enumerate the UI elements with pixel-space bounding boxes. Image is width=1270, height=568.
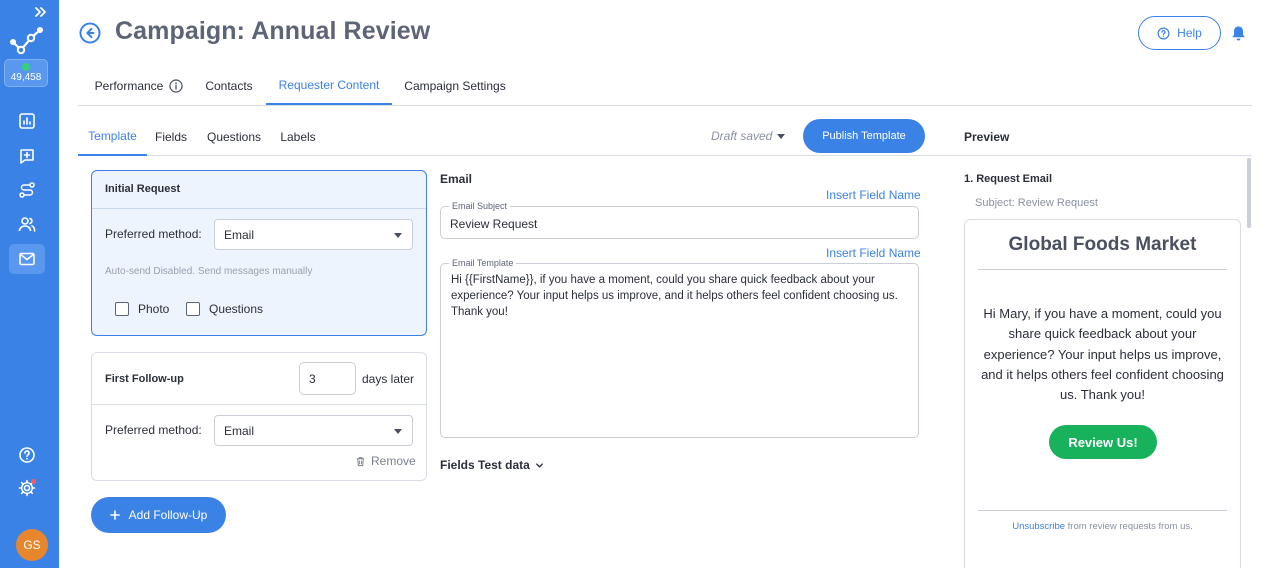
- follow-up-card[interactable]: First Follow-up 3 days later Preferred m…: [91, 352, 427, 481]
- preferred-method-label: Preferred method:: [105, 227, 202, 241]
- notification-dot: [31, 479, 36, 484]
- photo-label: Photo: [138, 302, 170, 316]
- caret-down-icon: [394, 233, 402, 238]
- preview-divider: [978, 510, 1227, 511]
- expand-sidebar-icon[interactable]: [33, 4, 49, 20]
- preview-scrollbar[interactable]: [1247, 158, 1251, 228]
- tab-questions[interactable]: Questions: [202, 118, 266, 156]
- people-icon: [18, 217, 36, 232]
- back-arrow-icon[interactable]: [79, 22, 101, 44]
- add-follow-up-button[interactable]: Add Follow-Up: [91, 497, 226, 533]
- card-divider: [92, 208, 426, 209]
- initial-request-card[interactable]: Initial Request Preferred method: Email …: [91, 170, 427, 336]
- tab-requester-content[interactable]: Requester Content: [266, 66, 392, 105]
- preview-body: Hi Mary, if you have a moment, could you…: [981, 306, 1224, 403]
- trash-icon: [356, 456, 365, 466]
- status-dot-icon: [22, 63, 30, 71]
- add-box-icon: [20, 149, 34, 164]
- caret-down-icon: [777, 133, 786, 139]
- insert-field-name-template-link[interactable]: Insert Field Name: [826, 246, 921, 260]
- questions-checkbox[interactable]: [186, 302, 200, 316]
- review-us-button[interactable]: Review Us!: [1049, 425, 1157, 459]
- preferred-method-label: Preferred method:: [105, 423, 202, 437]
- sidebar-item-campaigns[interactable]: [9, 244, 45, 274]
- remove-label: Remove: [371, 454, 416, 468]
- sidebar-item-journeys[interactable]: [9, 175, 45, 205]
- plus-icon: [109, 510, 120, 520]
- card-divider: [92, 404, 426, 405]
- sidebar-item-analytics[interactable]: [9, 106, 45, 136]
- insert-field-name-subject-link[interactable]: Insert Field Name: [826, 188, 921, 202]
- app-root: 49,458 GS Campaign: Annual Review Help P…: [0, 0, 1270, 568]
- follow-up-title: First Follow-up: [105, 373, 184, 385]
- email-template-value: Hi {{FirstName}}, if you have a moment, …: [451, 274, 898, 318]
- tab-campaign-settings[interactable]: Campaign Settings: [398, 66, 512, 105]
- auto-send-note: Auto-send Disabled. Send messages manual…: [105, 266, 313, 277]
- tab-contacts[interactable]: Contacts: [198, 66, 260, 105]
- unsubscribe-suffix: from review requests from us.: [1065, 521, 1193, 532]
- sidebar: 49,458 GS: [0, 0, 59, 568]
- points-count: 49,458: [10, 72, 42, 83]
- initial-method-value: Email: [224, 227, 255, 242]
- help-circle-icon: [19, 447, 35, 463]
- tab-performance[interactable]: Performance: [84, 66, 194, 105]
- help-circle-icon: [1157, 27, 1170, 39]
- analytics-icon: [19, 113, 35, 129]
- route-icon: [19, 182, 35, 198]
- remove-follow-up-button[interactable]: Remove: [355, 454, 416, 468]
- page-title: Campaign: Annual Review: [115, 17, 431, 45]
- questions-label: Questions: [209, 302, 264, 316]
- preview-step-title: 1. Request Email: [964, 173, 1053, 185]
- email-template-label: Email Template: [449, 258, 517, 268]
- bell-icon[interactable]: [1230, 25, 1247, 42]
- fields-test-data-toggle[interactable]: Fields Test data: [440, 458, 544, 472]
- chevron-down-icon: [535, 462, 543, 468]
- preview-divider: [978, 269, 1227, 270]
- caret-down-icon: [394, 429, 402, 434]
- help-label: Help: [1177, 26, 1202, 40]
- preview-email-card: Global Foods Market Hi Mary, if you have…: [964, 219, 1241, 568]
- preview-title: Preview: [964, 130, 1010, 144]
- add-follow-up-label: Add Follow-Up: [128, 508, 208, 522]
- mail-icon: [19, 252, 35, 266]
- fields-test-label: Fields Test data: [440, 458, 530, 472]
- days-later-label: days later: [362, 372, 415, 386]
- preview-subject: Subject: Review Request: [975, 197, 1098, 209]
- draft-status-label: Draft saved: [711, 129, 773, 143]
- points-badge[interactable]: 49,458: [4, 59, 48, 87]
- avatar[interactable]: GS: [16, 529, 48, 561]
- follow-up-method-value: Email: [224, 423, 255, 438]
- email-subject-label: Email Subject: [449, 201, 511, 211]
- help-button[interactable]: Help: [1138, 16, 1221, 50]
- preview-header: Preview: [940, 118, 1252, 156]
- initial-method-select[interactable]: Email: [214, 219, 413, 250]
- tab-template[interactable]: Template: [78, 118, 147, 156]
- tab-fields[interactable]: Fields: [151, 118, 191, 156]
- preview-brand: Global Foods Market: [1008, 234, 1197, 255]
- sidebar-item-help[interactable]: [9, 440, 45, 470]
- sidebar-item-create[interactable]: [9, 141, 45, 171]
- email-template-field[interactable]: Email Template Hi {{FirstName}}, if you …: [440, 258, 919, 438]
- tab-performance-label: Performance: [94, 78, 164, 93]
- email-subject-field[interactable]: Email Subject Review Request: [440, 201, 919, 239]
- email-heading: Email: [440, 172, 473, 186]
- tab-labels[interactable]: Labels: [276, 118, 320, 156]
- follow-up-days-input[interactable]: 3: [299, 362, 356, 395]
- app-logo[interactable]: [9, 25, 45, 55]
- preview-unsubscribe: Unsubscribe from review requests from us…: [965, 521, 1240, 532]
- sidebar-item-settings[interactable]: [9, 473, 45, 503]
- main-tabs: Performance Contacts Requester Content C…: [78, 66, 1252, 106]
- email-subject-value: Review Request: [450, 217, 538, 231]
- info-icon[interactable]: [169, 78, 183, 93]
- follow-up-method-select[interactable]: Email: [214, 415, 413, 446]
- initial-request-title: Initial Request: [105, 183, 181, 195]
- draft-status-dropdown[interactable]: Draft saved: [711, 129, 786, 143]
- photo-checkbox[interactable]: [115, 302, 129, 316]
- publish-template-button[interactable]: Publish Template: [803, 119, 925, 153]
- sidebar-item-contacts[interactable]: [9, 209, 45, 239]
- unsubscribe-link[interactable]: Unsubscribe: [1012, 521, 1065, 532]
